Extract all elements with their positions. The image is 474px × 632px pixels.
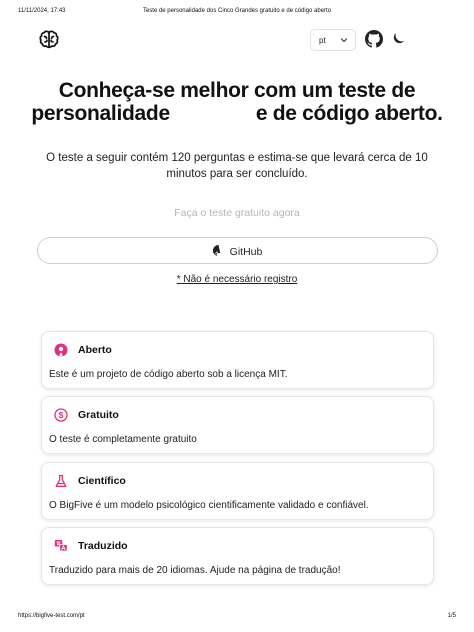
open-source-icon xyxy=(54,343,68,357)
svg-text:$: $ xyxy=(59,410,64,420)
start-test-link[interactable]: Faça o teste gratuito agora xyxy=(0,207,474,219)
chevron-down-icon xyxy=(340,38,348,43)
hero-title: Conheça-se melhor com um teste de person… xyxy=(30,79,444,125)
no-registration-link[interactable]: * Não é necessário registro xyxy=(0,274,474,285)
hero-subtitle: O teste a seguir contém 120 perguntas e … xyxy=(46,152,428,180)
feature-title: Traduzido xyxy=(78,540,128,552)
hero-title-part2: e de código aberto. xyxy=(255,102,443,125)
github-icon[interactable] xyxy=(365,30,383,48)
translate-icon xyxy=(54,540,68,552)
print-document-title: Teste de personalidade dos Cinco Grandes… xyxy=(142,8,332,14)
feature-description: O teste é completamente gratuito xyxy=(49,434,197,445)
feature-card-translated: Traduzido Traduzido para mais de 20 idio… xyxy=(41,527,434,585)
feature-description: Este é um projeto de código aberto sob a… xyxy=(49,369,288,380)
feature-title: Gratuito xyxy=(78,409,119,421)
language-select[interactable]: pt xyxy=(310,29,356,51)
feature-card-scientific: Científico O BigFive é um modelo psicoló… xyxy=(41,462,434,520)
brain-icon[interactable] xyxy=(37,28,61,52)
feature-description: Traduzido para mais de 20 idiomas. Ajude… xyxy=(49,565,341,576)
github-icon xyxy=(211,245,220,256)
print-header: 11/11/2024, 17:43 Teste de personalidade… xyxy=(18,8,456,18)
language-select-value: pt xyxy=(319,36,326,45)
print-url: https://bigfive-test.com/pt xyxy=(18,613,85,619)
feature-card-free: $ Gratuito O teste é completamente gratu… xyxy=(41,396,434,454)
dollar-icon: $ xyxy=(54,408,68,422)
top-navigation: pt xyxy=(37,28,437,52)
feature-description: O BigFive é um modelo psicológico cienti… xyxy=(49,500,369,511)
github-button-label: GitHub xyxy=(229,246,263,258)
flask-icon xyxy=(55,474,67,487)
feature-card-open: Aberto Este é um projeto de código abert… xyxy=(41,331,434,389)
github-button-content: GitHub xyxy=(38,245,437,258)
print-footer: https://bigfive-test.com/pt 1/5 xyxy=(18,613,456,623)
moon-icon[interactable] xyxy=(389,30,407,48)
feature-title: Científico xyxy=(78,475,126,487)
github-button[interactable]: GitHub xyxy=(37,237,438,264)
feature-title: Aberto xyxy=(78,344,112,356)
print-page-number: 1/5 xyxy=(447,613,456,619)
